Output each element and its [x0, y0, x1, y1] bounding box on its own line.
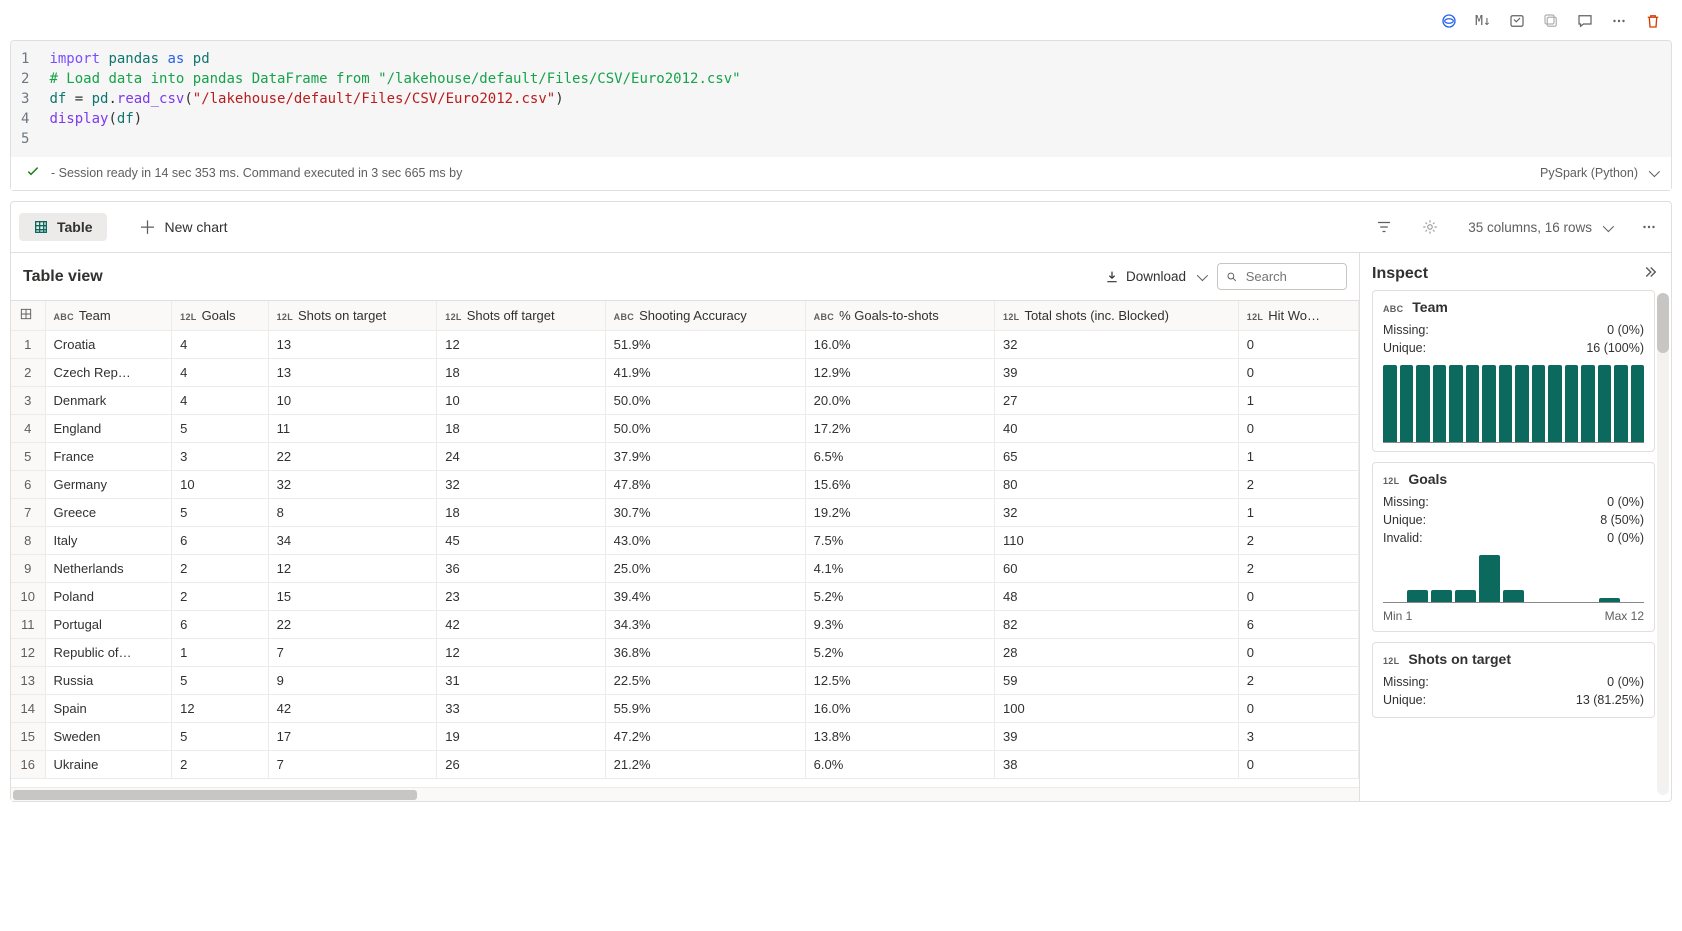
- column-header[interactable]: 12LGoals: [172, 301, 268, 331]
- horizontal-scrollbar[interactable]: [11, 787, 1359, 801]
- more-actions-icon[interactable]: [1606, 8, 1632, 34]
- plus-icon: ＋: [139, 214, 157, 240]
- table-row[interactable]: 5France3222437.9%6.5%651: [11, 443, 1359, 471]
- delete-cell-icon[interactable]: [1640, 8, 1666, 34]
- filter-icon[interactable]: [1370, 213, 1398, 241]
- table-row[interactable]: 15Sweden5171947.2%13.8%393: [11, 723, 1359, 751]
- table-row[interactable]: 16Ukraine272621.2%6.0%380: [11, 751, 1359, 779]
- column-header[interactable]: 12LHit Wo…: [1238, 301, 1358, 331]
- inspect-card-shots-on-target[interactable]: 12L Shots on target Missing:0 (0%) Uniqu…: [1372, 642, 1655, 718]
- column-header[interactable]: ABCShooting Accuracy: [605, 301, 805, 331]
- data-wrangler-icon[interactable]: [1436, 8, 1462, 34]
- table-row[interactable]: 14Spain12423355.9%16.0%1000: [11, 695, 1359, 723]
- language-selector[interactable]: PySpark (Python): [1540, 166, 1657, 180]
- column-header[interactable]: ABC% Goals-to-shots: [805, 301, 994, 331]
- team-histogram: [1383, 365, 1644, 443]
- table-row[interactable]: 7Greece581830.7%19.2%321: [11, 499, 1359, 527]
- line-gutter: 12345: [21, 49, 49, 149]
- table-row[interactable]: 8Italy6344543.0%7.5%1102: [11, 527, 1359, 555]
- chevron-down-icon: [1598, 220, 1611, 235]
- copy-cell-icon[interactable]: [1538, 8, 1564, 34]
- table-row[interactable]: 11Portugal6224234.3%9.3%826: [11, 611, 1359, 639]
- column-header[interactable]: 12LShots off target: [437, 301, 605, 331]
- column-header[interactable]: ABCTeam: [45, 301, 172, 331]
- table-row[interactable]: 2Czech Rep…4131841.9%12.9%390: [11, 359, 1359, 387]
- download-button[interactable]: Download: [1104, 269, 1205, 285]
- column-header[interactable]: 12LTotal shots (inc. Blocked): [995, 301, 1239, 331]
- table-pane: Table view Download: [11, 253, 1359, 801]
- column-header[interactable]: 12LShots on target: [268, 301, 437, 331]
- inspect-card-team[interactable]: ABC Team Missing:0 (0%) Unique:16 (100%): [1372, 290, 1655, 452]
- table-row[interactable]: 6Germany10323247.8%15.6%802: [11, 471, 1359, 499]
- code-content: import pandas as pd # Load data into pan…: [49, 49, 740, 129]
- code-editor[interactable]: 12345 import pandas as pd # Load data in…: [11, 41, 1671, 157]
- status-text: - Session ready in 14 sec 353 ms. Comman…: [51, 166, 462, 180]
- table-row[interactable]: 9Netherlands2123625.0%4.1%602: [11, 555, 1359, 583]
- search-input[interactable]: [1217, 263, 1347, 290]
- dimensions-label[interactable]: 35 columns, 16 rows: [1462, 220, 1617, 235]
- table-row[interactable]: 13Russia593122.5%12.5%592: [11, 667, 1359, 695]
- success-icon: [25, 163, 41, 182]
- goals-histogram: [1383, 555, 1644, 603]
- table-row[interactable]: 3Denmark4101050.0%20.0%271: [11, 387, 1359, 415]
- row-index-header[interactable]: [11, 301, 45, 331]
- status-bar: - Session ready in 14 sec 353 ms. Comman…: [11, 157, 1671, 190]
- inspect-card-goals[interactable]: 12L Goals Missing:0 (0%) Unique:8 (50%) …: [1372, 462, 1655, 632]
- table-row[interactable]: 1Croatia4131251.9%16.0%320: [11, 331, 1359, 359]
- table-row[interactable]: 4England5111850.0%17.2%400: [11, 415, 1359, 443]
- output-panel: Table ＋ New chart 35 columns, 16 rows: [10, 201, 1672, 802]
- inspect-scrollbar[interactable]: [1657, 293, 1669, 795]
- table-view-title: Table view: [23, 268, 103, 286]
- cell-toolbar: M↓: [10, 6, 1672, 40]
- tab-table[interactable]: Table: [19, 213, 107, 241]
- table-row[interactable]: 12Republic of…171236.8%5.2%280: [11, 639, 1359, 667]
- table-row[interactable]: 10Poland2152339.4%5.2%480: [11, 583, 1359, 611]
- comment-icon[interactable]: [1572, 8, 1598, 34]
- inspect-pane: Inspect ABC Team Missing:0 (0%) Unique:1…: [1359, 253, 1671, 801]
- code-cell: 12345 import pandas as pd # Load data in…: [10, 40, 1672, 191]
- data-table: ABCTeam12LGoals12LShots on target12LShot…: [11, 301, 1359, 779]
- chevron-down-icon: [1192, 269, 1205, 284]
- more-output-icon[interactable]: [1635, 213, 1663, 241]
- tab-new-chart[interactable]: ＋ New chart: [125, 208, 242, 246]
- settings-icon[interactable]: [1416, 213, 1444, 241]
- hide-input-icon[interactable]: [1504, 8, 1530, 34]
- inspect-title: Inspect: [1372, 265, 1428, 283]
- markdown-toggle-icon[interactable]: M↓: [1470, 8, 1496, 34]
- chevron-down-icon: [1644, 166, 1657, 180]
- collapse-inspect-icon[interactable]: [1641, 263, 1659, 284]
